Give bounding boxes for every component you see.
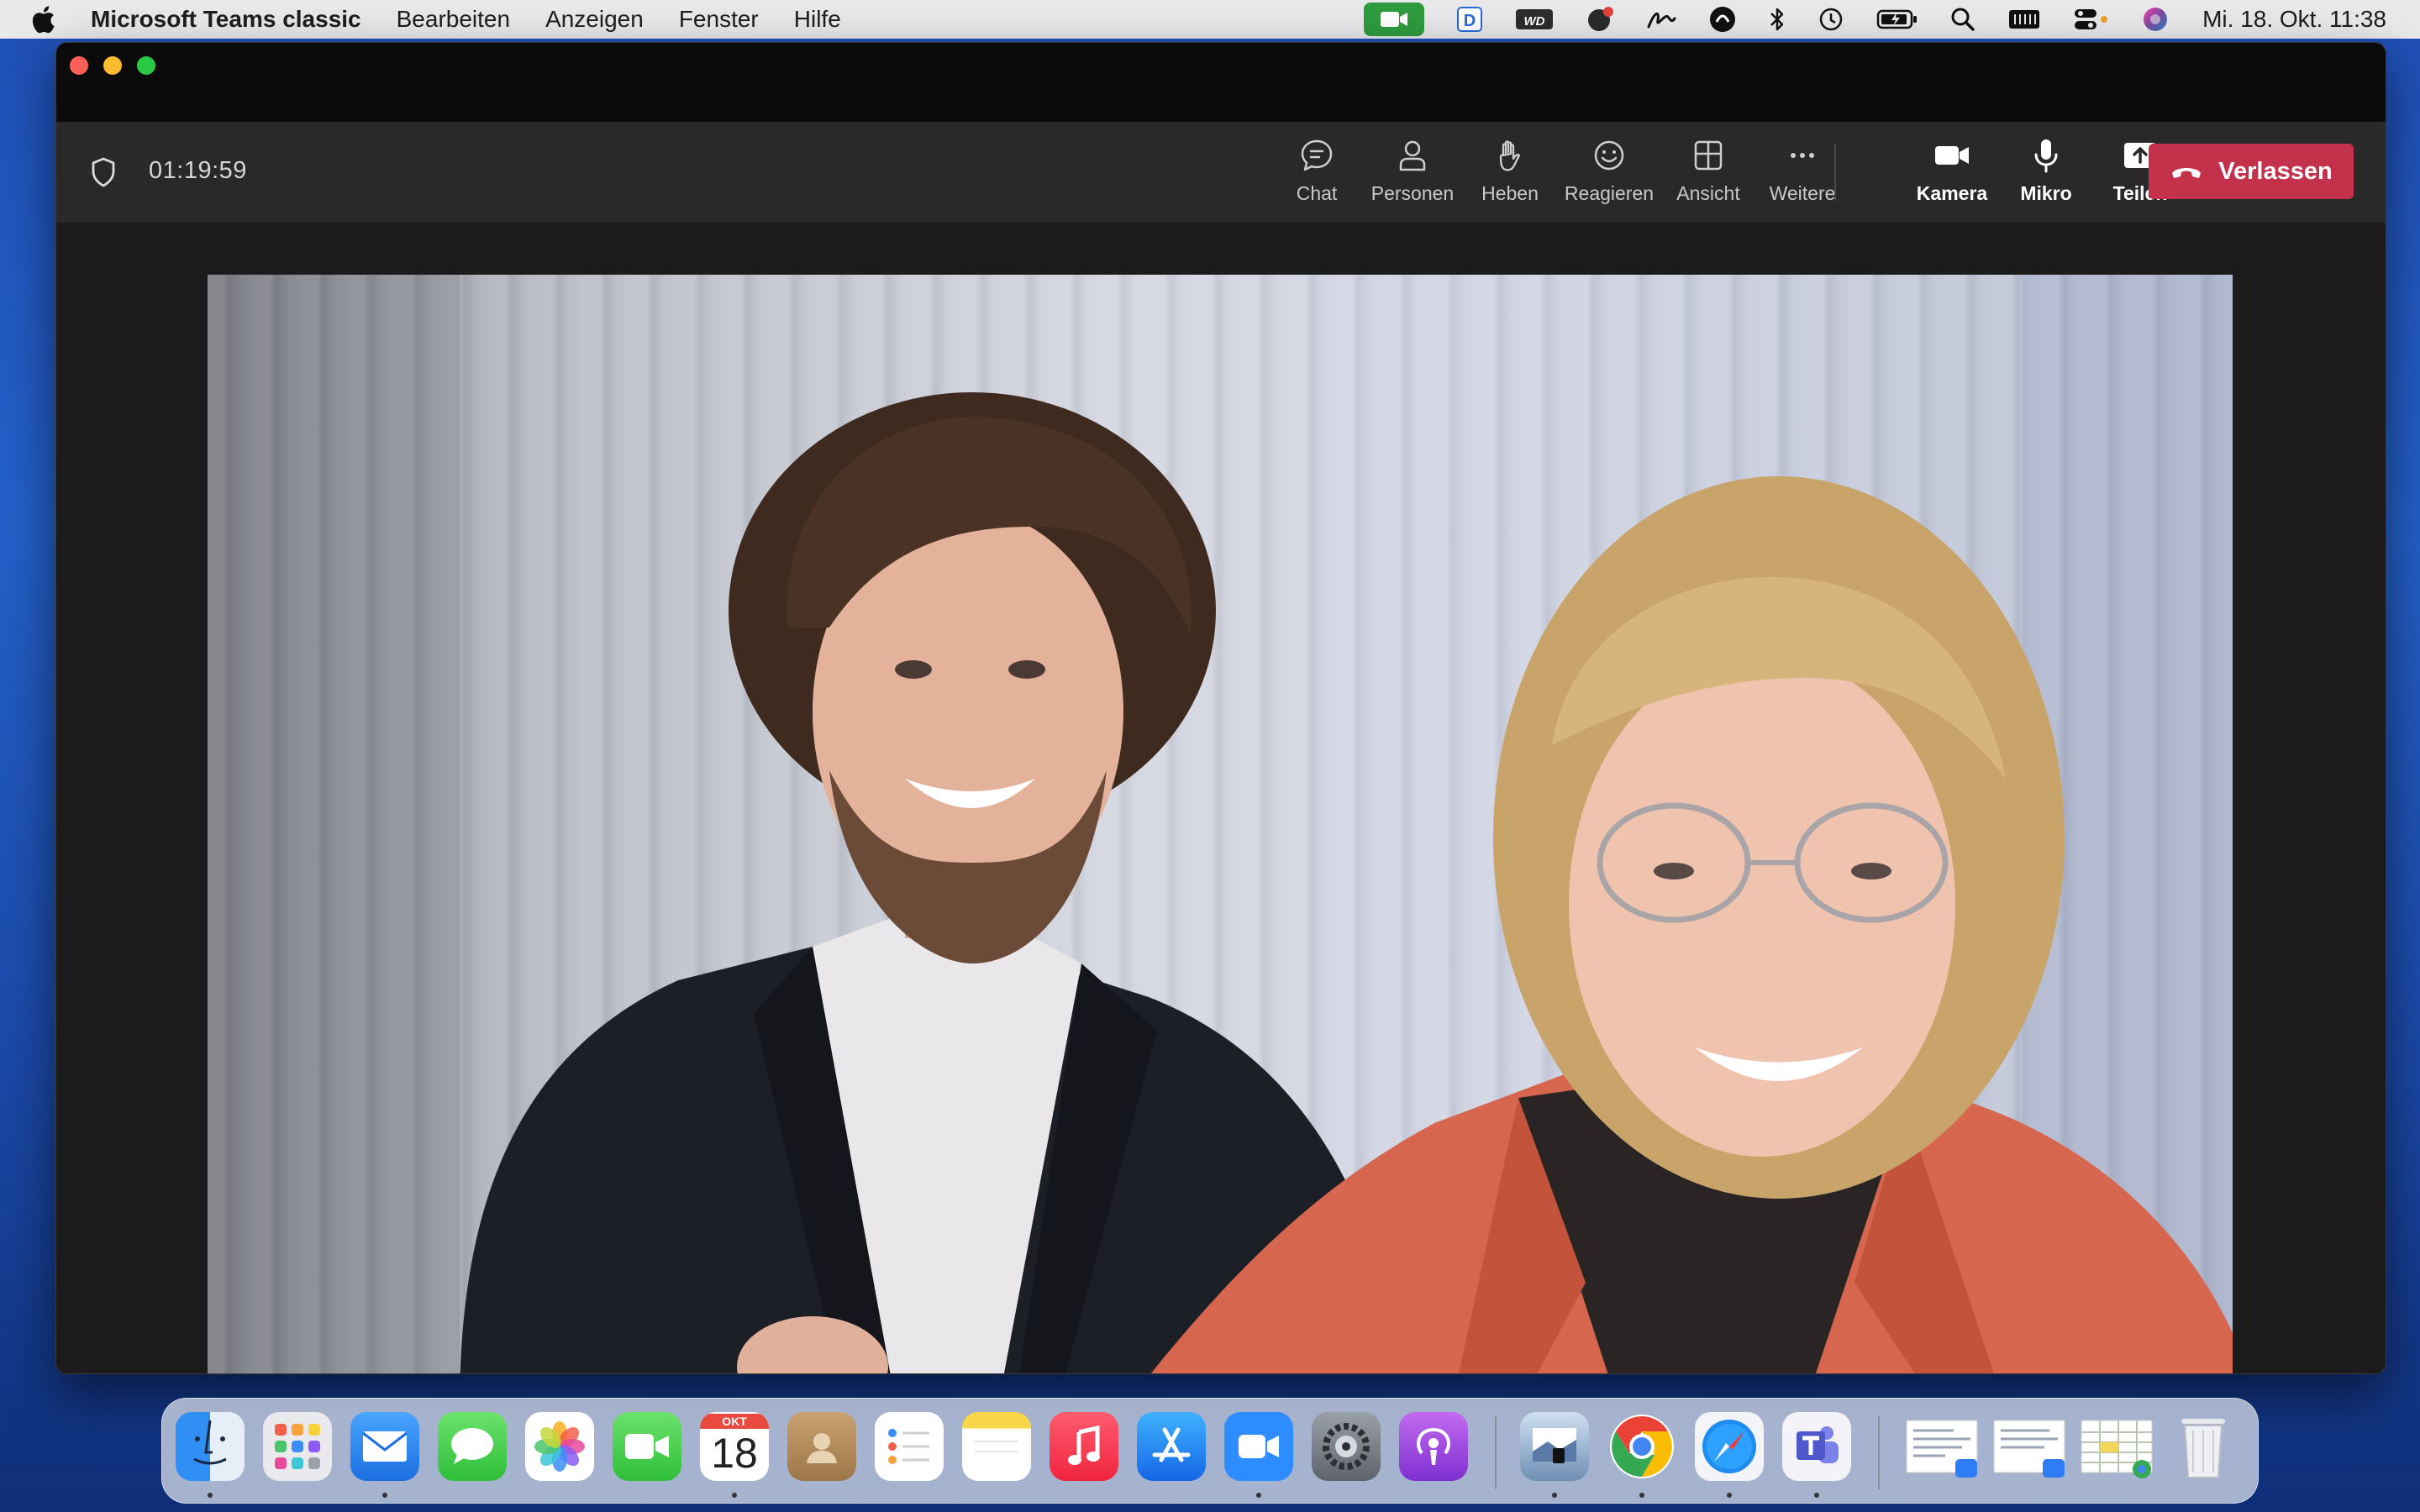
dock-separator (1495, 1415, 1497, 1489)
wd-icon[interactable]: WD (1515, 8, 1554, 31)
ellipsis-icon (1782, 135, 1823, 176)
view-label: Ansicht (1676, 182, 1740, 204)
vpn-icon[interactable] (1708, 5, 1737, 34)
minimized-document-2[interactable] (1991, 1412, 2068, 1481)
leave-meeting-button[interactable]: Verlassen (2149, 144, 2354, 199)
notification-icon[interactable] (1586, 5, 1614, 34)
safari-icon[interactable] (1695, 1412, 1764, 1481)
preview-icon[interactable] (1520, 1412, 1589, 1481)
running-indicator (1552, 1493, 1557, 1498)
meeting-timer: 01:19:59 (149, 157, 247, 184)
contacts-icon[interactable] (787, 1412, 856, 1481)
toolbar-divider (1834, 144, 1836, 201)
status-bar: D WD Mi. 18. Okt. 11:38 (1332, 0, 2386, 39)
trash-icon[interactable] (2169, 1412, 2238, 1481)
video-feed-illustration (208, 275, 2233, 1373)
raise-hand-button[interactable]: Heben (1460, 135, 1560, 211)
window-close-button[interactable] (70, 56, 88, 75)
window-zoom-button[interactable] (137, 56, 155, 75)
app-store-icon[interactable] (1137, 1412, 1206, 1481)
running-indicator (1814, 1493, 1819, 1498)
mic-toggle-button[interactable]: Mikro (1996, 135, 2096, 211)
raise-hand-label: Heben (1481, 182, 1539, 204)
chat-label: Chat (1296, 182, 1338, 204)
running-indicator (1727, 1493, 1732, 1498)
menu-fenster[interactable]: Fenster (679, 6, 759, 33)
music-icon[interactable] (1050, 1412, 1118, 1481)
mail-icon[interactable] (350, 1412, 419, 1481)
running-indicator (382, 1493, 387, 1498)
teams-meeting-window: 01:19:59 Chat Personen Heben Reagieren A… (55, 42, 2386, 1374)
camera-label: Kamera (1916, 182, 1988, 204)
meeting-toolbar: 01:19:59 Chat Personen Heben Reagieren A… (56, 122, 2386, 223)
chat-icon (1297, 135, 1337, 176)
hand-icon (1490, 135, 1530, 176)
people-button[interactable]: Personen (1362, 135, 1463, 211)
hang-up-icon (2172, 168, 2202, 178)
dictionary-icon[interactable]: D (1456, 6, 1483, 33)
svg-text:WD: WD (1524, 14, 1545, 29)
menu-bar: Microsoft Teams classic Bearbeiten Anzei… (0, 0, 2420, 39)
signature-icon[interactable] (1646, 7, 1676, 32)
running-indicator (208, 1493, 213, 1498)
spotlight-icon[interactable] (1950, 7, 1975, 32)
battery-icon[interactable] (1876, 8, 1918, 30)
microphone-icon (2026, 135, 2066, 176)
video-stage (56, 223, 2386, 1373)
layout-grid-icon (1688, 135, 1728, 176)
react-label: Reagieren (1564, 182, 1655, 204)
running-indicator (1639, 1493, 1644, 1498)
more-button[interactable]: Weitere (1752, 135, 1853, 211)
photos-icon[interactable] (525, 1412, 594, 1481)
calendar-icon[interactable]: OKT 18 (700, 1412, 769, 1481)
control-center-icon[interactable] (2073, 7, 2110, 32)
apple-menu-icon[interactable] (30, 5, 64, 34)
menu-hilfe[interactable]: Hilfe (794, 6, 841, 33)
reminders-icon[interactable] (875, 1412, 944, 1481)
window-minimize-button[interactable] (103, 56, 122, 75)
people-label: Personen (1370, 182, 1455, 204)
chat-button[interactable]: Chat (1266, 135, 1367, 211)
menu-bearbeiten[interactable]: Bearbeiten (397, 6, 510, 33)
podcasts-icon[interactable] (1399, 1412, 1468, 1481)
dock-separator (1878, 1415, 1880, 1489)
zoom-icon[interactable] (1224, 1412, 1293, 1481)
bluetooth-icon[interactable] (1769, 6, 1786, 33)
person-icon (1392, 135, 1433, 176)
react-button[interactable]: Reagieren (1559, 135, 1660, 211)
camera-toggle-button[interactable]: Kamera (1902, 135, 2002, 211)
running-indicator (1256, 1493, 1261, 1498)
window-title-bar[interactable] (56, 43, 2386, 122)
keyboard-icon[interactable] (2007, 8, 2041, 31)
running-indicator (732, 1493, 737, 1498)
system-settings-icon[interactable] (1312, 1412, 1381, 1481)
svg-text:D: D (1464, 12, 1476, 30)
notes-icon[interactable] (962, 1412, 1031, 1481)
menu-bar-clock[interactable]: Mi. 18. Okt. 11:38 (2202, 6, 2386, 33)
time-machine-icon[interactable] (1818, 6, 1844, 33)
smiley-icon (1589, 135, 1629, 176)
teams-icon[interactable] (1782, 1412, 1851, 1481)
minimized-spreadsheet[interactable] (2078, 1412, 2155, 1481)
calendar-month: OKT (700, 1414, 769, 1429)
camera-in-use-icon[interactable] (1364, 3, 1425, 36)
mic-label: Mikro (2020, 182, 2072, 204)
video-camera-icon (1932, 135, 1972, 176)
app-name-menu[interactable]: Microsoft Teams classic (91, 6, 361, 33)
shield-icon[interactable] (87, 155, 120, 189)
minimized-document-1[interactable] (1903, 1412, 1981, 1481)
facetime-icon[interactable] (613, 1412, 681, 1481)
siri-icon[interactable] (2142, 6, 2169, 33)
calendar-day: 18 (711, 1430, 758, 1477)
dock: OKT 18 (161, 1398, 2259, 1504)
launchpad-icon[interactable] (263, 1412, 332, 1481)
chrome-icon[interactable] (1607, 1412, 1676, 1481)
menu-anzeigen[interactable]: Anzeigen (545, 6, 644, 33)
view-button[interactable]: Ansicht (1658, 135, 1759, 211)
leave-label: Verlassen (2218, 157, 2333, 185)
more-label: Weitere (1769, 182, 1836, 204)
messages-icon[interactable] (438, 1412, 507, 1481)
finder-icon[interactable] (176, 1412, 245, 1481)
participant-video[interactable] (208, 275, 2233, 1373)
